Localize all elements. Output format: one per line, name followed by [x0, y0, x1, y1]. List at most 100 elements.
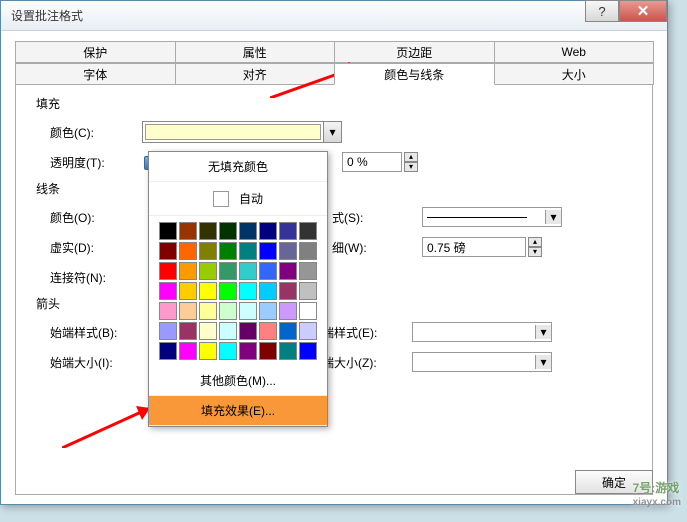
spin-down-icon[interactable]: ▾: [404, 162, 418, 172]
color-swatch[interactable]: [279, 262, 297, 280]
color-swatch[interactable]: [199, 222, 217, 240]
color-swatch[interactable]: [159, 322, 177, 340]
line-weight-spinner[interactable]: ▴▾: [422, 237, 542, 257]
color-swatch[interactable]: [259, 342, 277, 360]
tab-content: 填充 颜色(C): ▾ 透明度(T): ▴▾ 线条 颜色(O): 式(S):: [15, 85, 653, 495]
color-swatch[interactable]: [299, 282, 317, 300]
auto-color-box: [213, 191, 229, 207]
transparency-input[interactable]: [342, 152, 402, 172]
color-swatch[interactable]: [259, 282, 277, 300]
color-swatch[interactable]: [199, 242, 217, 260]
color-swatch[interactable]: [179, 322, 197, 340]
end-style-combo[interactable]: ▾: [412, 322, 552, 342]
color-swatch[interactable]: [239, 342, 257, 360]
fill-color-combo[interactable]: ▾: [142, 121, 342, 143]
close-button[interactable]: ✕: [619, 0, 667, 22]
color-swatch[interactable]: [259, 302, 277, 320]
color-swatch[interactable]: [219, 322, 237, 340]
chevron-down-icon[interactable]: ▾: [535, 355, 551, 369]
color-swatch[interactable]: [299, 262, 317, 280]
color-swatch[interactable]: [239, 282, 257, 300]
color-swatch[interactable]: [219, 302, 237, 320]
line-color-label: 颜色(O):: [50, 209, 142, 226]
color-swatch[interactable]: [279, 342, 297, 360]
titlebar[interactable]: 设置批注格式 ? ✕: [1, 1, 667, 31]
color-swatch[interactable]: [199, 302, 217, 320]
color-swatch[interactable]: [299, 242, 317, 260]
auto-color-item[interactable]: 自动: [149, 182, 327, 216]
color-swatch[interactable]: [279, 242, 297, 260]
color-swatch[interactable]: [279, 282, 297, 300]
color-swatch[interactable]: [299, 222, 317, 240]
spin-up-icon[interactable]: ▴: [404, 152, 418, 162]
transparency-spinner[interactable]: ▴▾: [342, 152, 418, 172]
line-dash-label: 虚实(D):: [50, 239, 142, 256]
dialog-title: 设置批注格式: [11, 7, 83, 24]
color-swatch[interactable]: [239, 222, 257, 240]
tab-colors-lines[interactable]: 颜色与线条: [334, 63, 495, 85]
chevron-down-icon[interactable]: ▾: [323, 122, 341, 142]
color-swatch[interactable]: [159, 222, 177, 240]
color-swatch[interactable]: [199, 282, 217, 300]
color-swatch[interactable]: [239, 322, 257, 340]
color-swatch[interactable]: [159, 342, 177, 360]
format-comment-dialog: 设置批注格式 ? ✕ 保护 属性 页边距 Web 字体 对齐 颜色与线条 大小 …: [0, 0, 668, 505]
color-swatch[interactable]: [179, 302, 197, 320]
chevron-down-icon[interactable]: ▾: [535, 325, 551, 339]
tab-web[interactable]: Web: [494, 41, 655, 63]
color-swatch[interactable]: [219, 282, 237, 300]
color-swatch[interactable]: [179, 282, 197, 300]
tab-align[interactable]: 对齐: [175, 63, 336, 85]
color-swatch[interactable]: [259, 262, 277, 280]
line-weight-input[interactable]: [422, 237, 526, 257]
color-swatch[interactable]: [159, 302, 177, 320]
spin-up-icon[interactable]: ▴: [528, 237, 542, 247]
chevron-down-icon[interactable]: ▾: [545, 210, 561, 224]
fill-effects-item[interactable]: 填充效果(E)...: [149, 396, 327, 426]
color-swatch[interactable]: [259, 242, 277, 260]
line-style-combo[interactable]: ▾: [422, 207, 562, 227]
color-swatch[interactable]: [159, 282, 177, 300]
color-swatch[interactable]: [279, 302, 297, 320]
tab-protect[interactable]: 保护: [15, 41, 176, 63]
tab-size[interactable]: 大小: [494, 63, 655, 85]
color-swatch[interactable]: [179, 222, 197, 240]
no-fill-item[interactable]: 无填充颜色: [149, 152, 327, 182]
color-swatch[interactable]: [199, 262, 217, 280]
auto-label: 自动: [239, 190, 263, 207]
help-button[interactable]: ?: [585, 0, 619, 22]
spin-down-icon[interactable]: ▾: [528, 247, 542, 257]
fill-section-label: 填充: [36, 95, 632, 112]
color-swatch[interactable]: [199, 322, 217, 340]
tab-font[interactable]: 字体: [15, 63, 176, 85]
color-swatch[interactable]: [219, 222, 237, 240]
color-swatch[interactable]: [219, 262, 237, 280]
tab-margins[interactable]: 页边距: [334, 41, 495, 63]
color-swatch[interactable]: [219, 242, 237, 260]
color-swatch[interactable]: [179, 342, 197, 360]
color-swatch[interactable]: [179, 262, 197, 280]
color-swatch[interactable]: [199, 342, 217, 360]
tab-properties[interactable]: 属性: [175, 41, 336, 63]
end-size-combo[interactable]: ▾: [412, 352, 552, 372]
fill-color-label: 颜色(C):: [50, 124, 142, 141]
color-picker-popup: 无填充颜色 自动 其他颜色(M)... 填充效果(E)...: [148, 151, 328, 427]
line-weight-label: 细(W):: [332, 239, 422, 256]
begin-style-label: 始端样式(B):: [50, 324, 142, 341]
color-swatch[interactable]: [239, 262, 257, 280]
color-swatch[interactable]: [279, 222, 297, 240]
color-swatch[interactable]: [159, 242, 177, 260]
color-swatch[interactable]: [159, 262, 177, 280]
more-colors-item[interactable]: 其他颜色(M)...: [149, 366, 327, 396]
line-section-label: 线条: [36, 180, 632, 197]
color-swatch[interactable]: [299, 302, 317, 320]
color-swatch[interactable]: [179, 242, 197, 260]
color-swatch[interactable]: [299, 322, 317, 340]
color-swatch[interactable]: [259, 222, 277, 240]
color-swatch[interactable]: [219, 342, 237, 360]
color-swatch[interactable]: [259, 322, 277, 340]
color-swatch[interactable]: [239, 302, 257, 320]
color-swatch[interactable]: [279, 322, 297, 340]
color-swatch[interactable]: [299, 342, 317, 360]
color-swatch[interactable]: [239, 242, 257, 260]
